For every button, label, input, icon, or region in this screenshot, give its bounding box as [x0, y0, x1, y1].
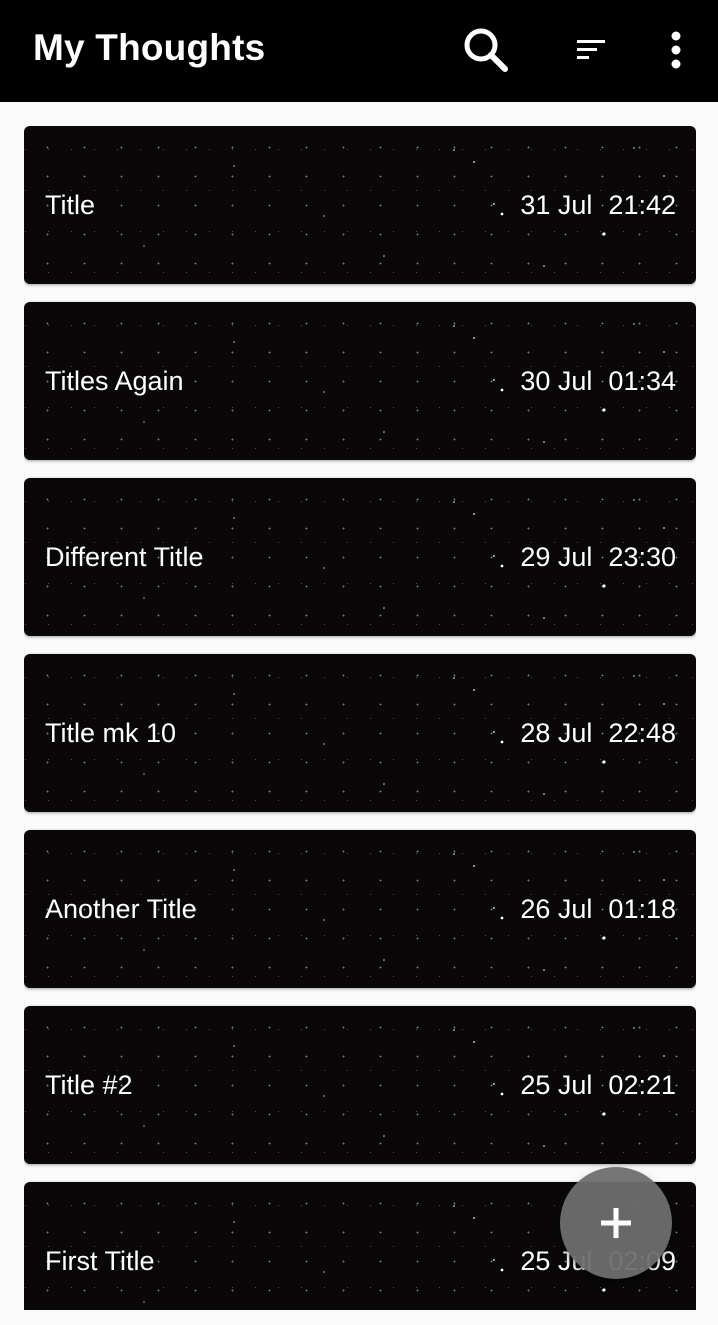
note-time: 21:42 — [608, 190, 676, 220]
sort-icon — [577, 40, 605, 59]
notes-list[interactable]: Title 31 Jul 21:42 Titles Again 30 Jul 01:… — [24, 126, 696, 1310]
note-date: 30 Jul — [520, 366, 593, 396]
plus-icon — [601, 1208, 631, 1238]
note-date: 29 Jul — [520, 542, 593, 572]
note-timestamp: 25 Jul 02:21 — [520, 1068, 676, 1102]
note-title: First Title — [45, 1246, 155, 1276]
note-title: Another Title — [45, 894, 197, 924]
note-time: 23:30 — [608, 542, 676, 572]
note-title: Title mk 10 — [45, 718, 177, 748]
note-card[interactable]: Another Title 26 Jul 01:18 — [24, 830, 696, 988]
note-time: 22:48 — [608, 718, 676, 748]
more-vert-icon — [671, 31, 681, 69]
note-timestamp: 28 Jul 22:48 — [520, 716, 676, 750]
note-time: 02:21 — [608, 1070, 676, 1100]
more-options-button[interactable] — [646, 20, 706, 80]
note-card[interactable]: Titles Again 30 Jul 01:34 — [24, 302, 696, 460]
note-time: 01:18 — [608, 894, 676, 924]
note-title: Different Title — [45, 542, 204, 572]
note-title: Title #2 — [45, 1070, 133, 1100]
search-icon — [464, 28, 508, 72]
note-timestamp: 26 Jul 01:18 — [520, 892, 676, 926]
note-title: Title — [45, 190, 96, 220]
note-card[interactable]: Title 31 Jul 21:42 — [24, 126, 696, 284]
note-timestamp: 29 Jul 23:30 — [520, 540, 676, 574]
note-card[interactable]: Title mk 10 28 Jul 22:48 — [24, 654, 696, 812]
app-bar: My Thoughts — [0, 0, 718, 102]
search-button[interactable] — [456, 20, 516, 80]
note-date: 25 Jul — [520, 1070, 593, 1100]
note-date: 28 Jul — [520, 718, 593, 748]
sort-button[interactable] — [562, 20, 622, 80]
app-title: My Thoughts — [33, 27, 266, 68]
note-card[interactable]: Title #2 25 Jul 02:21 — [24, 1006, 696, 1164]
note-time: 01:34 — [608, 366, 676, 396]
note-date: 26 Jul — [520, 894, 593, 924]
note-timestamp: 30 Jul 01:34 — [520, 364, 676, 398]
note-date: 31 Jul — [520, 190, 593, 220]
note-card[interactable]: Different Title 29 Jul 23:30 — [24, 478, 696, 636]
note-timestamp: 31 Jul 21:42 — [520, 188, 676, 222]
add-note-button[interactable] — [560, 1167, 672, 1279]
note-title: Titles Again — [45, 366, 184, 396]
